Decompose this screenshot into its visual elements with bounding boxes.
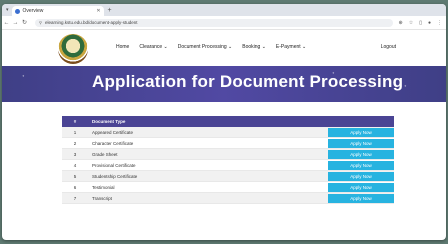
document-type: Provisional Certificate	[88, 159, 328, 171]
sidebar-icon[interactable]: ▯	[419, 20, 422, 26]
main-content: # Document Type 1 Appeared Certificate A…	[2, 102, 446, 204]
nav-home[interactable]: Home	[116, 44, 129, 50]
zoom-icon[interactable]: ⊕	[399, 20, 403, 26]
tab-title: Overview	[22, 8, 44, 14]
browser-toolbar: ← → ↻ ⚲ elearning.kstu.edu.bd/document-a…	[2, 16, 446, 30]
browser-window: ▾ Overview ✕ + ← → ↻ ⚲ elearning.kstu.ed…	[2, 4, 446, 240]
apply-now-button[interactable]: Apply Now	[328, 138, 394, 148]
apply-now-button[interactable]: Apply Now	[328, 127, 394, 137]
row-number: 3	[62, 148, 88, 160]
nav-e-payment[interactable]: E-Payment ⌄	[276, 44, 306, 50]
table-row: 6 Testimonial Apply Now	[62, 181, 394, 193]
row-number: 4	[62, 159, 88, 171]
logout-link[interactable]: Logout	[381, 44, 396, 50]
document-type: Grade Sheet	[88, 148, 328, 160]
row-number: 5	[62, 170, 88, 182]
favicon-icon	[14, 8, 20, 14]
document-type: Transcript	[88, 192, 328, 204]
site-header: Home Clearance ⌄ Document Processing ⌄ B…	[2, 30, 446, 66]
row-number: 6	[62, 181, 88, 193]
table-row: 2 Character Certificate Apply Now	[62, 137, 394, 149]
sparkle-icon: ✦	[22, 74, 25, 78]
window-menu-icon[interactable]: ▾	[6, 7, 9, 13]
apply-now-button[interactable]: Apply Now	[328, 149, 394, 159]
row-number: 1	[62, 127, 88, 138]
row-number: 2	[62, 137, 88, 149]
browser-tab[interactable]: Overview ✕	[11, 6, 104, 16]
sparkle-icon: ✦	[404, 84, 407, 88]
document-type: Studentship Certificate	[88, 170, 328, 182]
url-text: elearning.kstu.edu.bd/document-apply-stu…	[44, 20, 138, 25]
bookmark-star-icon[interactable]: ☆	[409, 20, 413, 26]
back-icon[interactable]: ←	[2, 20, 11, 26]
apply-now-button[interactable]: Apply Now	[328, 171, 394, 181]
university-logo[interactable]	[58, 34, 88, 64]
site-info-icon[interactable]: ⚲	[39, 20, 42, 25]
main-nav: Home Clearance ⌄ Document Processing ⌄ B…	[116, 44, 306, 50]
apply-now-button[interactable]: Apply Now	[328, 193, 394, 203]
forward-icon[interactable]: →	[11, 20, 20, 26]
document-table: # Document Type 1 Appeared Certificate A…	[62, 116, 394, 204]
table-row: 7 Transcript Apply Now	[62, 192, 394, 204]
document-type: Testimonial	[88, 181, 328, 193]
address-bar[interactable]: ⚲ elearning.kstu.edu.bd/document-apply-s…	[35, 18, 393, 27]
close-tab-icon[interactable]: ✕	[96, 8, 100, 14]
page-title: Application for Document Processing	[92, 72, 404, 91]
document-type: Character Certificate	[88, 137, 328, 149]
table-row: 3 Grade Sheet Apply Now	[62, 148, 394, 160]
nav-document-processing[interactable]: Document Processing ⌄	[178, 44, 233, 50]
table-row: 4 Provisional Certificate Apply Now	[62, 159, 394, 171]
table-row: 1 Appeared Certificate Apply Now	[62, 127, 394, 138]
reload-icon[interactable]: ↻	[20, 19, 29, 26]
nav-booking[interactable]: Booking ⌄	[242, 44, 266, 50]
row-number: 7	[62, 192, 88, 204]
profile-icon[interactable]: ●	[428, 20, 431, 26]
apply-now-button[interactable]: Apply Now	[328, 182, 394, 192]
table-header-row: # Document Type	[62, 116, 394, 127]
header-action	[328, 116, 394, 127]
menu-kebab-icon[interactable]: ⋮	[437, 20, 442, 26]
document-type: Appeared Certificate	[88, 127, 328, 138]
header-document-type: Document Type	[88, 116, 328, 127]
page-banner: ✦ ✦ ✦ ✦ Application for Document Process…	[2, 66, 446, 102]
apply-now-button[interactable]: Apply Now	[328, 160, 394, 170]
header-number: #	[62, 116, 88, 127]
nav-clearance[interactable]: Clearance ⌄	[139, 44, 167, 50]
table-row: 5 Studentship Certificate Apply Now	[62, 170, 394, 182]
new-tab-icon[interactable]: +	[108, 7, 112, 14]
tab-strip: ▾ Overview ✕ +	[2, 4, 446, 16]
